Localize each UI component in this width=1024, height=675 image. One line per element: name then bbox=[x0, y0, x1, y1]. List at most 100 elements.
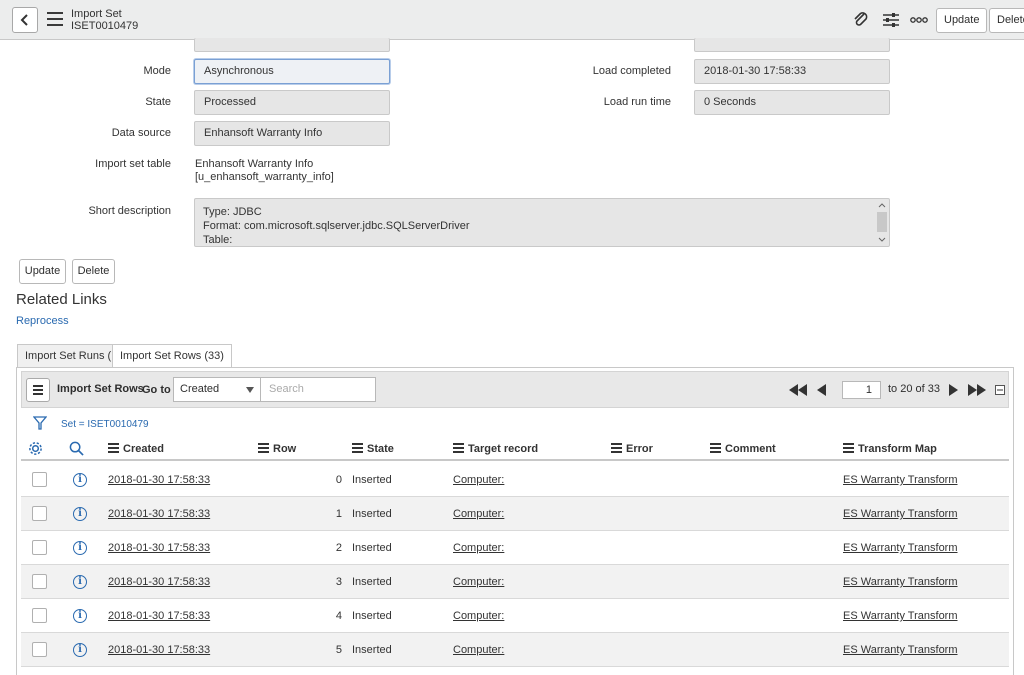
info-icon[interactable]: i bbox=[73, 473, 87, 487]
cell-transform-map[interactable]: ES Warranty Transform bbox=[843, 508, 958, 520]
caret-down-icon bbox=[246, 387, 254, 393]
header-update-button[interactable]: Update bbox=[936, 8, 988, 33]
first-page-icon[interactable] bbox=[788, 384, 808, 396]
previous-page-icon[interactable] bbox=[817, 384, 827, 396]
mode-select[interactable]: Asynchronous bbox=[194, 59, 390, 84]
scroll-up-icon[interactable] bbox=[878, 202, 886, 208]
settings-sliders-icon[interactable] bbox=[882, 11, 900, 29]
textarea-scrollbar[interactable] bbox=[876, 200, 888, 245]
cell-target-record[interactable]: Computer: bbox=[453, 610, 504, 622]
header-delete-button[interactable]: Delete bbox=[989, 8, 1024, 33]
chevron-left-icon bbox=[20, 14, 28, 26]
goto-field-select[interactable]: Created bbox=[173, 377, 261, 402]
list-title: Import Set Rows bbox=[57, 383, 144, 395]
search-icon[interactable] bbox=[69, 441, 84, 456]
info-icon[interactable]: i bbox=[73, 541, 87, 555]
table-row[interactable]: i 2018-01-30 17:58:33 3 Inserted Compute… bbox=[21, 565, 1009, 599]
column-header-comment[interactable]: Comment bbox=[710, 443, 776, 455]
data-source-field[interactable]: Enhansoft Warranty Info bbox=[194, 121, 390, 146]
cell-created[interactable]: 2018-01-30 17:58:33 bbox=[108, 542, 210, 554]
cell-transform-map[interactable]: ES Warranty Transform bbox=[843, 644, 958, 656]
scroll-thumb[interactable] bbox=[877, 212, 887, 232]
context-menu-icon[interactable] bbox=[47, 12, 63, 26]
cell-created[interactable]: 2018-01-30 17:58:33 bbox=[108, 644, 210, 656]
cell-state: Inserted bbox=[352, 610, 392, 622]
filter-breadcrumb[interactable]: Set = ISET0010479 bbox=[61, 419, 149, 430]
paperclip-icon[interactable] bbox=[852, 11, 870, 29]
load-completed-field[interactable]: 2018-01-30 17:58:33 bbox=[694, 59, 890, 84]
cell-state: Inserted bbox=[352, 644, 392, 656]
cutoff-field-left bbox=[194, 38, 390, 52]
cell-transform-map[interactable]: ES Warranty Transform bbox=[843, 610, 958, 622]
column-header-label: Transform Map bbox=[858, 443, 937, 455]
tab-import-set-rows[interactable]: Import Set Rows (33) bbox=[112, 344, 232, 369]
goto-label: Go to bbox=[142, 384, 171, 396]
list-menu-button[interactable] bbox=[26, 378, 50, 402]
cell-target-record[interactable]: Computer: bbox=[453, 474, 504, 486]
cell-transform-map[interactable]: ES Warranty Transform bbox=[843, 576, 958, 588]
cell-target-record[interactable]: Computer: bbox=[453, 508, 504, 520]
reprocess-link[interactable]: Reprocess bbox=[16, 315, 69, 327]
column-header-created[interactable]: Created bbox=[108, 443, 164, 455]
more-options-icon[interactable] bbox=[910, 16, 928, 24]
column-header-label: Error bbox=[626, 443, 653, 455]
info-icon[interactable]: i bbox=[73, 507, 87, 521]
table-row[interactable]: i 2018-01-30 17:58:33 4 Inserted Compute… bbox=[21, 599, 1009, 633]
column-header-transform-map[interactable]: Transform Map bbox=[843, 443, 937, 455]
row-checkbox[interactable] bbox=[32, 540, 47, 555]
mode-label: Mode bbox=[143, 65, 171, 77]
state-field[interactable]: Processed bbox=[194, 90, 390, 115]
next-page-icon[interactable] bbox=[948, 384, 958, 396]
column-menu-icon[interactable] bbox=[352, 443, 363, 455]
column-menu-icon[interactable] bbox=[453, 443, 464, 455]
column-menu-icon[interactable] bbox=[258, 443, 269, 455]
collapse-icon[interactable] bbox=[995, 385, 1005, 395]
load-run-time-field[interactable]: 0 Seconds bbox=[694, 90, 890, 115]
short-description-textarea[interactable]: Type: JDBC Format: com.microsoft.sqlserv… bbox=[194, 198, 890, 247]
info-icon[interactable]: i bbox=[73, 643, 87, 657]
table-row[interactable]: i 2018-01-30 17:58:33 2 Inserted Compute… bbox=[21, 531, 1009, 565]
cell-transform-map[interactable]: ES Warranty Transform bbox=[843, 474, 958, 486]
import-set-table-value: Enhansoft Warranty Info [u_enhansoft_war… bbox=[195, 158, 334, 184]
table-row[interactable]: i 2018-01-30 17:58:33 5 Inserted Compute… bbox=[21, 633, 1009, 667]
list-search-input[interactable]: Search bbox=[260, 377, 376, 402]
column-menu-icon[interactable] bbox=[843, 443, 854, 455]
column-menu-icon[interactable] bbox=[108, 443, 119, 455]
last-page-icon[interactable] bbox=[967, 384, 987, 396]
table-row[interactable]: i 2018-01-30 17:58:33 1 Inserted Compute… bbox=[21, 497, 1009, 531]
row-checkbox[interactable] bbox=[32, 472, 47, 487]
page-number-input[interactable]: 1 bbox=[842, 381, 881, 399]
cell-created[interactable]: 2018-01-30 17:58:33 bbox=[108, 474, 210, 486]
info-icon[interactable]: i bbox=[73, 609, 87, 623]
column-header-error[interactable]: Error bbox=[611, 443, 653, 455]
update-button[interactable]: Update bbox=[19, 259, 66, 284]
scroll-down-icon[interactable] bbox=[878, 237, 886, 243]
short-description-label: Short description bbox=[88, 205, 171, 217]
cell-created[interactable]: 2018-01-30 17:58:33 bbox=[108, 508, 210, 520]
cell-created[interactable]: 2018-01-30 17:58:33 bbox=[108, 576, 210, 588]
delete-button[interactable]: Delete bbox=[72, 259, 115, 284]
cell-created[interactable]: 2018-01-30 17:58:33 bbox=[108, 610, 210, 622]
form-title: Import Set bbox=[71, 8, 122, 20]
row-checkbox[interactable] bbox=[32, 608, 47, 623]
cell-target-record[interactable]: Computer: bbox=[453, 576, 504, 588]
column-menu-icon[interactable] bbox=[611, 443, 622, 455]
cell-target-record[interactable]: Computer: bbox=[453, 644, 504, 656]
table-row[interactable]: i 2018-01-30 17:58:33 0 Inserted Compute… bbox=[21, 463, 1009, 497]
column-menu-icon[interactable] bbox=[710, 443, 721, 455]
gear-icon[interactable] bbox=[28, 441, 43, 456]
column-header-row[interactable]: Row bbox=[258, 443, 296, 455]
info-icon[interactable]: i bbox=[73, 575, 87, 589]
cell-target-record[interactable]: Computer: bbox=[453, 542, 504, 554]
cell-state: Inserted bbox=[352, 576, 392, 588]
cell-row: 4 bbox=[335, 610, 342, 622]
filter-icon[interactable] bbox=[33, 416, 47, 430]
row-checkbox[interactable] bbox=[32, 574, 47, 589]
column-header-target-record[interactable]: Target record bbox=[453, 443, 538, 455]
row-checkbox[interactable] bbox=[32, 642, 47, 657]
column-header-state[interactable]: State bbox=[352, 443, 394, 455]
cell-transform-map[interactable]: ES Warranty Transform bbox=[843, 542, 958, 554]
row-checkbox[interactable] bbox=[32, 506, 47, 521]
back-button[interactable] bbox=[12, 7, 38, 33]
column-header-label: Comment bbox=[725, 443, 776, 455]
